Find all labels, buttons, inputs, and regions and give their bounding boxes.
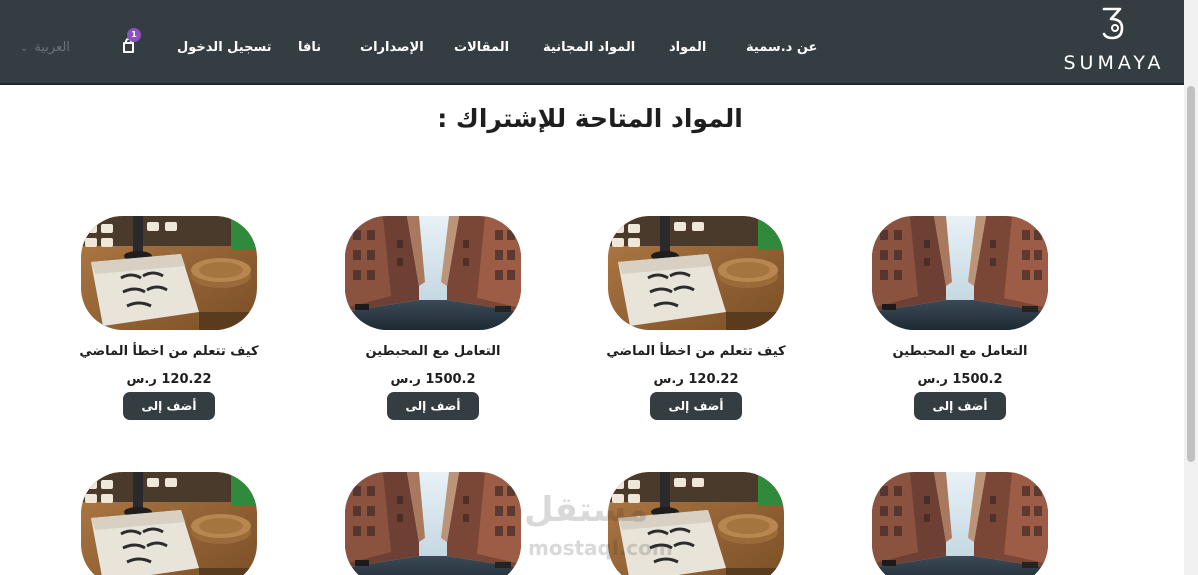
nav-item-articles[interactable]: المقالات <box>454 40 509 55</box>
product-image[interactable] <box>872 472 1048 575</box>
nav-item-about[interactable]: عن د.سمية <box>746 40 817 55</box>
add-to-cart-button[interactable]: أضف إلى السلة <box>387 392 479 441</box>
product-price: 120.22 ر.س <box>653 372 739 387</box>
product-title[interactable]: التعامل مع المحبطين <box>840 344 1080 359</box>
watermark-arabic: مستقل <box>524 490 649 530</box>
add-to-cart-button[interactable]: أضف إلى السلة <box>650 392 742 441</box>
brand-mark-icon <box>1102 7 1124 40</box>
product-image[interactable] <box>345 216 521 330</box>
product-title[interactable]: كيف تتعلم من اخطأ الماضي <box>49 344 289 359</box>
nav-item-free-materials[interactable]: المواد المجانية <box>543 40 635 55</box>
product-image[interactable] <box>345 472 521 575</box>
product-price: 1500.2 ر.س <box>390 372 476 387</box>
language-selector[interactable]: العربية ⌄ <box>20 40 70 55</box>
watermark: مستقل mostaql.com <box>524 490 674 570</box>
product-image[interactable] <box>81 216 257 330</box>
nav-item-login[interactable]: تسجيل الدخول <box>177 40 272 55</box>
nav-item-nafa[interactable]: نافا <box>298 40 321 55</box>
product-price: 120.22 ر.س <box>126 372 212 387</box>
add-to-cart-button[interactable]: أضف إلى السلة <box>123 392 215 441</box>
add-to-cart-button[interactable]: أضف إلى السلة <box>914 392 1006 441</box>
product-image[interactable] <box>81 472 257 575</box>
product-image[interactable] <box>608 216 784 330</box>
page-title: المواد المتاحة للإشتراك : <box>437 104 743 133</box>
brand-name: SUMAYA <box>1063 52 1165 74</box>
cart-count-badge: 1 <box>127 28 141 42</box>
chevron-down-icon: ⌄ <box>20 43 29 54</box>
brand-logo[interactable]: SUMAYA <box>1062 6 1166 76</box>
product-price: 1500.2 ر.س <box>917 372 1003 387</box>
product-title[interactable]: التعامل مع المحبطين <box>313 344 553 359</box>
watermark-latin: mostaql.com <box>528 536 673 560</box>
nav-item-materials[interactable]: المواد <box>669 40 706 55</box>
language-label: العربية <box>34 40 70 55</box>
nav-item-releases[interactable]: الإصدارات <box>360 40 424 55</box>
top-navbar: SUMAYA عن د.سمية المواد المواد المجانية … <box>0 0 1184 85</box>
scrollbar-thumb[interactable] <box>1187 86 1195 462</box>
product-title[interactable]: كيف تتعلم من اخطأ الماضي <box>576 344 816 359</box>
product-image[interactable] <box>872 216 1048 330</box>
page-scrollbar[interactable] <box>1184 0 1198 575</box>
